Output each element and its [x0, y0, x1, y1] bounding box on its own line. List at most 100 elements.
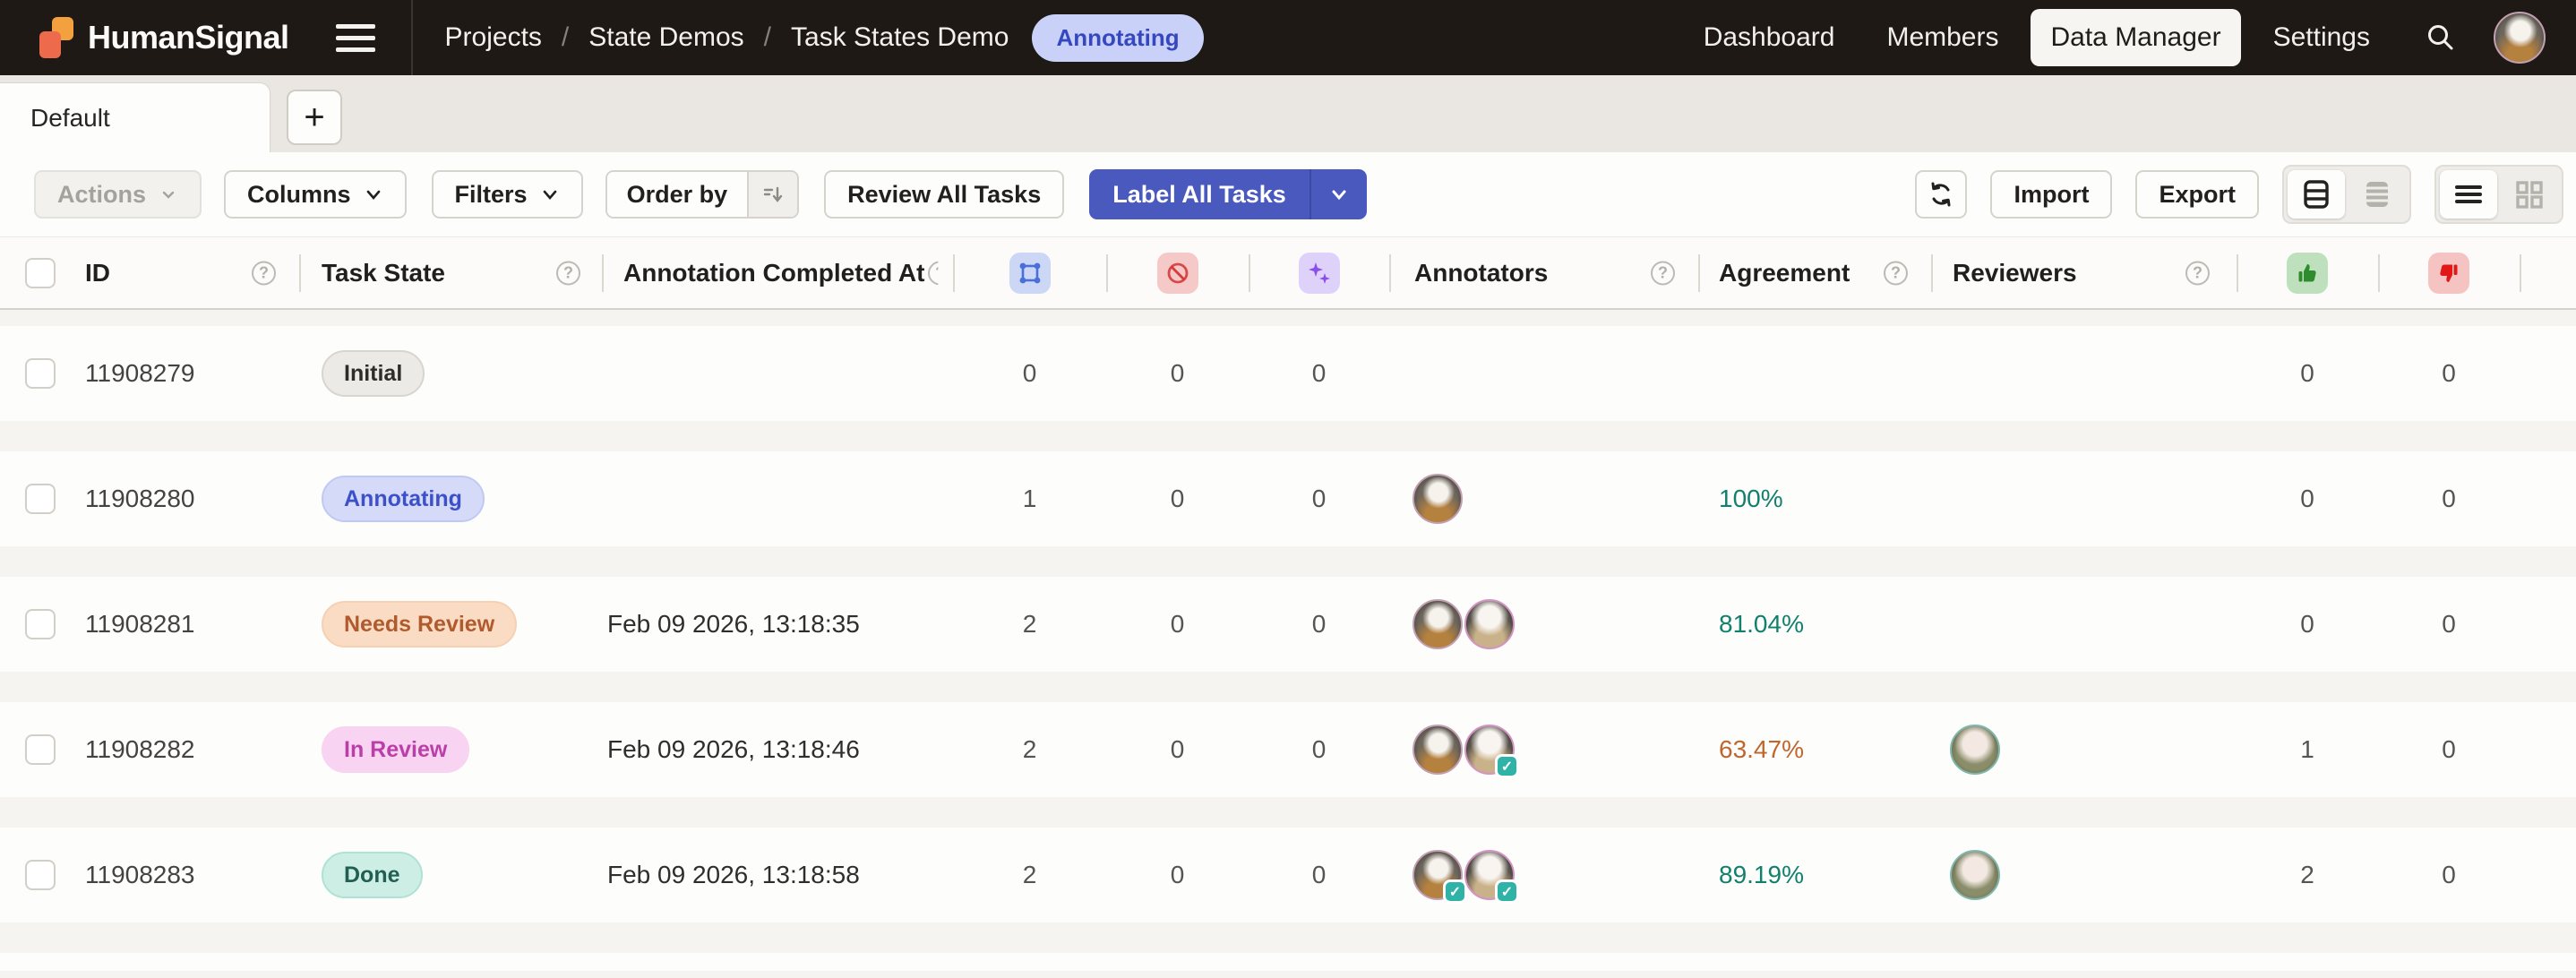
rejected-count: 0 — [2442, 735, 2456, 763]
columns-button[interactable]: Columns — [224, 170, 407, 219]
refresh-button[interactable] — [1915, 170, 1968, 219]
col-header-agreement[interactable]: Agreement — [1719, 259, 1850, 287]
plus-icon: + — [304, 97, 325, 137]
label-all-label: Label All Tasks — [1112, 180, 1286, 208]
row-checkbox[interactable] — [25, 358, 56, 389]
label-all-tasks-button[interactable]: Label All Tasks — [1089, 169, 1367, 219]
help-icon[interactable]: ? — [1884, 261, 1908, 285]
annotations-count: 2 — [1022, 861, 1037, 888]
help-icon[interactable]: ? — [928, 261, 939, 285]
label-all-dropdown[interactable] — [1309, 169, 1367, 219]
filters-button[interactable]: Filters — [431, 170, 583, 219]
columns-label: Columns — [247, 180, 351, 208]
predictions-count: 0 — [1311, 861, 1327, 888]
breadcrumb-state-demos[interactable]: State Demos — [588, 22, 743, 53]
hamburger-menu-icon[interactable] — [335, 18, 375, 57]
nav-members[interactable]: Members — [1867, 9, 2018, 66]
search-icon[interactable] — [2417, 13, 2465, 62]
verified-check-icon: ✓ — [1495, 754, 1519, 778]
import-label: Import — [2014, 180, 2090, 208]
help-icon[interactable]: ? — [556, 261, 580, 285]
breadcrumb-current[interactable]: Task States Demo — [791, 22, 1009, 53]
verified-check-icon: ✓ — [1495, 879, 1519, 904]
accepted-reviews-column-icon[interactable] — [2287, 252, 2328, 294]
breadcrumb-projects[interactable]: Projects — [445, 22, 542, 53]
accepted-count: 0 — [2300, 485, 2314, 512]
predictions-count: 0 — [1311, 610, 1327, 638]
accepted-count: 0 — [2300, 359, 2314, 387]
col-header-id[interactable]: ID — [85, 259, 110, 287]
list-view-button[interactable] — [2440, 170, 2497, 219]
nav-dashboard[interactable]: Dashboard — [1684, 9, 1855, 66]
cancelled-annotations-column-icon[interactable] — [1157, 252, 1198, 294]
tab-default[interactable]: Default — [0, 82, 270, 152]
grid-view-button[interactable] — [2501, 170, 2558, 219]
col-header-annotation-completed-at[interactable]: Annotation Completed At — [623, 259, 924, 287]
rejected-reviews-column-icon[interactable] — [2428, 252, 2469, 294]
order-by-button[interactable]: Order by — [605, 170, 800, 219]
predictions-count: 0 — [1311, 359, 1327, 387]
view-mode-toggle — [2434, 165, 2563, 224]
row-checkbox[interactable] — [25, 484, 56, 514]
rejected-count: 0 — [2442, 861, 2456, 888]
reviewer-avatar — [1950, 725, 2000, 775]
annotations-column-icon[interactable] — [1009, 252, 1051, 294]
annotator-avatar: ✓ — [1464, 725, 1519, 778]
grid-view-icon — [2516, 181, 2543, 209]
reviewer-avatar — [1950, 850, 2000, 900]
table-row[interactable]: 11908281 Needs Review Feb 09 2026, 13:18:3… — [0, 577, 2576, 672]
select-all-checkbox[interactable] — [25, 257, 56, 288]
table-row[interactable]: 11908283 Done Feb 09 2026, 13:18:58 2 0 0 ✓ ✓ 89… — [0, 828, 2576, 922]
annotator-avatar — [1413, 474, 1463, 524]
annotator-avatar: ✓ — [1413, 850, 1467, 904]
help-icon[interactable]: ? — [252, 261, 276, 285]
thumb-down-icon — [2440, 264, 2458, 282]
task-id: 11908280 — [85, 485, 195, 512]
view-tabs-bar: Default + — [0, 75, 2576, 152]
chevron-down-icon — [1332, 190, 1346, 201]
rejected-count: 0 — [2442, 485, 2456, 512]
table-row[interactable]: 11908282 In Review Feb 09 2026, 13:18:46 2 0… — [0, 702, 2576, 797]
annotator-avatar: ✓ — [1464, 850, 1519, 904]
actions-label: Actions — [57, 180, 147, 208]
annotations-count: 1 — [1022, 485, 1037, 512]
row-checkbox[interactable] — [25, 860, 56, 890]
task-state-badge: Initial — [322, 350, 425, 397]
table-row[interactable]: 11908280 Annotating 1 0 0 100% 0 0 — [0, 451, 2576, 546]
filters-label: Filters — [454, 180, 528, 208]
agreement-value: 89.19% — [1719, 861, 1804, 888]
help-icon[interactable]: ? — [1651, 261, 1675, 285]
sort-direction-icon[interactable] — [747, 172, 798, 217]
annotations-count: 0 — [1022, 359, 1037, 387]
breadcrumb-separator: / — [763, 22, 772, 52]
task-id: 11908282 — [85, 735, 195, 763]
row-height-spacious-button[interactable] — [2288, 170, 2345, 219]
predictions-column-icon[interactable] — [1299, 252, 1340, 294]
review-all-tasks-button[interactable]: Review All Tasks — [824, 170, 1065, 219]
export-button[interactable]: Export — [2135, 170, 2259, 219]
annotator-avatars — [1413, 599, 1516, 649]
import-button[interactable]: Import — [1990, 170, 2113, 219]
row-height-compact-button[interactable] — [2348, 170, 2406, 219]
actions-button[interactable]: Actions — [34, 170, 202, 219]
row-checkbox[interactable] — [25, 734, 56, 765]
humansignal-logo[interactable]: HumanSignal — [36, 15, 289, 60]
add-tab-button[interactable]: + — [287, 90, 342, 145]
user-avatar[interactable] — [2494, 12, 2546, 64]
annotation-completed-at: Feb 09 2026, 13:18:46 — [607, 735, 860, 763]
task-id: 11908279 — [85, 359, 195, 387]
chevron-down-icon — [543, 190, 556, 200]
col-header-task-state[interactable]: Task State — [322, 259, 445, 287]
table-row[interactable]: 11908279 Initial 0 0 0 0 0 — [0, 326, 2576, 421]
col-header-reviewers[interactable]: Reviewers — [1953, 259, 2077, 287]
col-header-annotators[interactable]: Annotators — [1414, 259, 1548, 287]
help-icon[interactable]: ? — [2185, 261, 2210, 285]
accepted-count: 1 — [2300, 735, 2314, 763]
reviewer-avatars — [1950, 850, 2002, 900]
row-checkbox[interactable] — [25, 609, 56, 639]
breadcrumb: Projects / State Demos / Task States Dem… — [445, 22, 1009, 53]
row-height-toggle — [2282, 165, 2411, 224]
nav-data-manager[interactable]: Data Manager — [2031, 9, 2241, 66]
cancelled-count: 0 — [1170, 861, 1185, 888]
nav-settings[interactable]: Settings — [2254, 9, 2390, 66]
